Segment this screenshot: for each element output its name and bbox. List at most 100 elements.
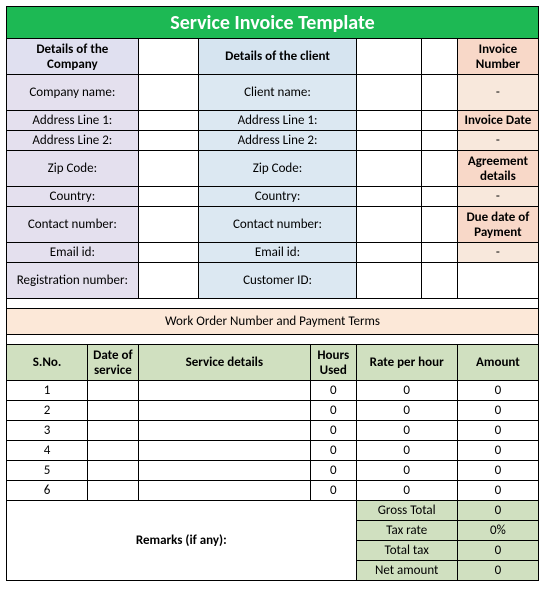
company-contact-value[interactable] (138, 207, 199, 243)
details-cell[interactable] (138, 441, 310, 461)
company-name-value[interactable] (138, 75, 199, 111)
date-cell[interactable] (88, 401, 139, 421)
table-row: 5 0 0 0 (7, 461, 539, 481)
company-country-label: Country: (7, 187, 139, 207)
spacer (7, 335, 539, 345)
sno-cell: 6 (7, 481, 88, 501)
client-email-value[interactable] (356, 243, 422, 263)
rate-cell[interactable]: 0 (356, 481, 457, 501)
blank-cell (422, 111, 457, 131)
header-company: Details of the Company (7, 39, 139, 75)
table-row: 6 0 0 0 (7, 481, 539, 501)
invoice-date-value[interactable]: - (457, 131, 538, 151)
hours-cell[interactable]: 0 (310, 421, 356, 441)
rate-cell[interactable]: 0 (356, 421, 457, 441)
date-cell[interactable] (88, 481, 139, 501)
net-amount-label: Net amount (356, 561, 457, 581)
date-cell[interactable] (88, 381, 139, 401)
company-zip-label: Zip Code: (7, 151, 139, 187)
details-cell[interactable] (138, 481, 310, 501)
invoice-number-value[interactable]: - (457, 75, 538, 111)
sno-cell: 5 (7, 461, 88, 481)
client-contact-value[interactable] (356, 207, 422, 243)
total-tax-value: 0 (457, 541, 538, 561)
client-addr1-value[interactable] (356, 111, 422, 131)
client-country-value[interactable] (356, 187, 422, 207)
table-row: 2 0 0 0 (7, 401, 539, 421)
blank-cell (422, 131, 457, 151)
details-cell[interactable] (138, 461, 310, 481)
net-amount-value: 0 (457, 561, 538, 581)
amount-cell[interactable]: 0 (457, 481, 538, 501)
hours-cell[interactable]: 0 (310, 481, 356, 501)
work-order-header: Work Order Number and Payment Terms (7, 309, 539, 335)
company-contact-label: Contact number: (7, 207, 139, 243)
blank-cell (422, 207, 457, 243)
hours-cell[interactable]: 0 (310, 441, 356, 461)
details-cell[interactable] (138, 401, 310, 421)
svc-hdr-date: Date of service (88, 345, 139, 381)
due-date-value[interactable]: - (457, 243, 538, 263)
company-addr1-value[interactable] (138, 111, 199, 131)
company-addr2-label: Address Line 2: (7, 131, 139, 151)
rate-cell[interactable]: 0 (356, 381, 457, 401)
amount-cell[interactable]: 0 (457, 421, 538, 441)
blank-cell (422, 75, 457, 111)
client-country-label: Country: (199, 187, 356, 207)
client-name-label: Client name: (199, 75, 356, 111)
company-addr1-label: Address Line 1: (7, 111, 139, 131)
client-custid-value[interactable] (356, 263, 422, 299)
remarks-label[interactable]: Remarks (if any): (7, 501, 357, 581)
company-reg-value[interactable] (138, 263, 199, 299)
company-addr2-value[interactable] (138, 131, 199, 151)
svc-hdr-amount: Amount (457, 345, 538, 381)
sno-cell: 2 (7, 401, 88, 421)
hours-cell[interactable]: 0 (310, 461, 356, 481)
amount-cell[interactable]: 0 (457, 461, 538, 481)
company-email-value[interactable] (138, 243, 199, 263)
rate-cell[interactable]: 0 (356, 461, 457, 481)
date-cell[interactable] (88, 461, 139, 481)
svc-hdr-details: Service details (138, 345, 310, 381)
invoice-title: Service Invoice Template (7, 7, 539, 39)
svc-hdr-rate: Rate per hour (356, 345, 457, 381)
sno-cell: 1 (7, 381, 88, 401)
hours-cell[interactable]: 0 (310, 381, 356, 401)
agreement-label: Agreement details (457, 151, 538, 187)
company-zip-value[interactable] (138, 151, 199, 187)
company-email-label: Email id: (7, 243, 139, 263)
blank-cell (422, 151, 457, 187)
client-zip-value[interactable] (356, 151, 422, 187)
client-zip-label: Zip Code: (199, 151, 356, 187)
svc-hdr-hours: Hours Used (310, 345, 356, 381)
rate-cell[interactable]: 0 (356, 441, 457, 461)
total-tax-label: Total tax (356, 541, 457, 561)
client-contact-label: Contact number: (199, 207, 356, 243)
gross-total-value: 0 (457, 501, 538, 521)
svc-hdr-sno: S.No. (7, 345, 88, 381)
rate-cell[interactable]: 0 (356, 401, 457, 421)
details-cell[interactable] (138, 421, 310, 441)
date-cell[interactable] (88, 421, 139, 441)
details-cell[interactable] (138, 381, 310, 401)
due-date-label: Due date of Payment (457, 207, 538, 243)
company-reg-label: Registration number: (7, 263, 139, 299)
amount-cell[interactable]: 0 (457, 441, 538, 461)
amount-cell[interactable]: 0 (457, 381, 538, 401)
client-email-label: Email id: (199, 243, 356, 263)
agreement-value[interactable]: - (457, 187, 538, 207)
company-country-value[interactable] (138, 187, 199, 207)
invoice-table: Service Invoice Template Details of the … (6, 6, 539, 581)
client-addr2-value[interactable] (356, 131, 422, 151)
date-cell[interactable] (88, 441, 139, 461)
table-row: 1 0 0 0 (7, 381, 539, 401)
client-name-value[interactable] (356, 75, 422, 111)
client-addr1-label: Address Line 1: (199, 111, 356, 131)
blank-cell (422, 39, 457, 75)
tax-rate-value[interactable]: 0% (457, 521, 538, 541)
blank-cell (422, 263, 457, 299)
hours-cell[interactable]: 0 (310, 401, 356, 421)
blank-cell (457, 263, 538, 299)
blank-cell (138, 39, 199, 75)
amount-cell[interactable]: 0 (457, 401, 538, 421)
